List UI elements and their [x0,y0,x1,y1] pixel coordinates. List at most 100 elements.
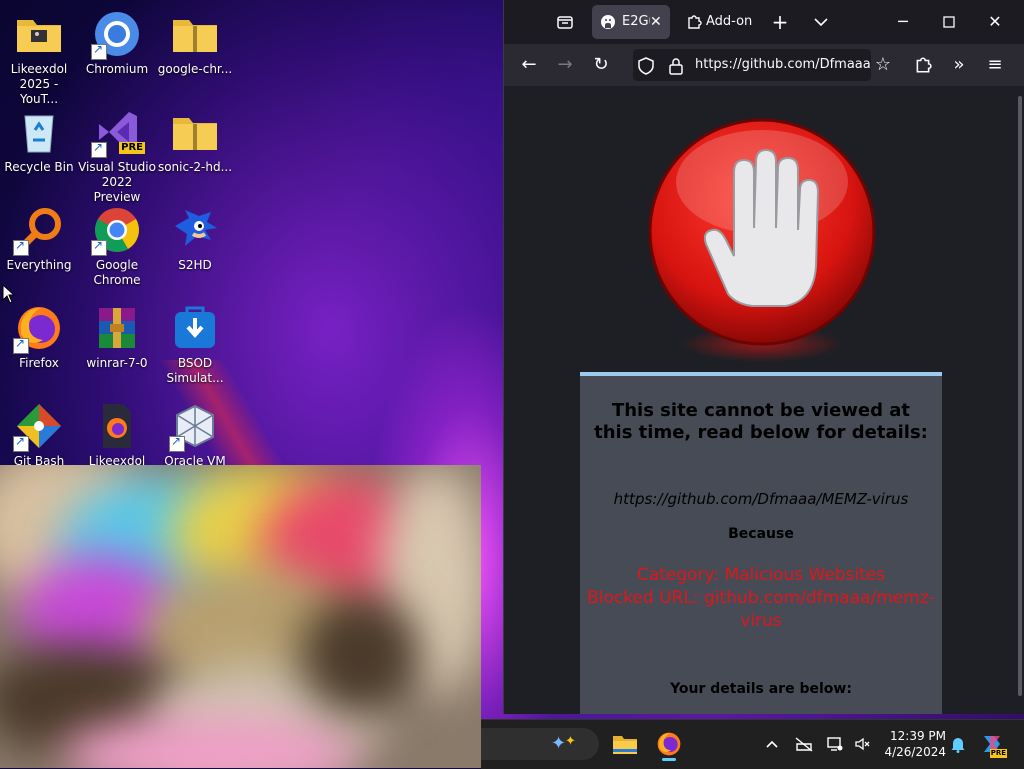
folder-icon [15,10,63,58]
recycle-bin-icon [15,108,63,156]
copilot-preview-badge: PRE [989,749,1007,758]
zip-folder-icon [171,108,219,156]
blocked-url-line: Blocked URL: github.com/dfmaaa/memz-viru… [587,588,935,631]
close-window-icon[interactable]: ✕ [980,8,1010,36]
desktop-icon-visual-studio[interactable]: PRE Visual Studio 2022 Preview [78,108,156,205]
speaker-mute-icon[interactable] [851,728,873,760]
details-label: Your details are below: [670,681,852,697]
page-content: This site cannot be viewed at this time,… [504,86,1024,714]
desktop-icon-everything[interactable]: Everything [0,206,78,273]
network-off-icon[interactable] [791,728,817,760]
desktop-icon-google-chrome[interactable]: Google Chrome [78,206,156,288]
minimize-icon[interactable]: ─ [888,8,918,36]
desktop-icon-label: Firefox [19,356,59,370]
active-app-indicator [662,758,676,761]
taskbar-firefox-icon[interactable] [651,728,687,761]
firefox-window: E2Gu ✕ Add-on + ─ ✕ ← → ↻ ht [503,0,1024,714]
list-all-tabs-chevron-icon[interactable] [806,8,836,36]
scrollbar[interactable] [1018,96,1022,696]
tab-manager-icon[interactable] [550,8,580,36]
desktop-icon-bsod-simulator[interactable]: BSOD Simulat... [156,304,234,386]
visual-studio-icon: PRE [91,108,145,158]
winrar-icon [93,304,141,352]
blocked-page-url: https://github.com/Dfmaaa/MEMZ-virus [613,490,909,508]
shield-icon[interactable] [638,56,654,81]
forward-arrow-icon[interactable]: → [550,50,580,80]
chromium-icon [91,10,141,60]
taskbar: ✦ ✦ 12:39 PM 4/26/2024 PRE [481,719,1024,769]
magnifier-icon [13,206,63,256]
git-icon [13,402,63,452]
desktop-icon-chromium[interactable]: Chromium [78,10,156,77]
hamburger-menu-icon[interactable]: ≡ [980,50,1010,80]
tab-title: Add-on [706,14,753,29]
new-tab-plus-icon[interactable]: + [765,8,795,36]
desktop-icon-label: winrar-7-0 [86,356,148,370]
address-bar[interactable]: https://github.com/Dfmaaa/ [633,49,871,81]
desktop-icon-label: Google Chrome [93,258,141,287]
bookmark-star-icon[interactable]: ☆ [868,50,898,80]
navigation-toolbar: ← → ↻ https://github.com/Dfmaaa/ ☆ » ≡ [504,44,1024,86]
copilot-icon[interactable]: PRE [977,728,1007,760]
block-message-panel: This site cannot be viewed at this time,… [580,372,942,714]
zip-folder-icon [171,10,219,58]
block-category: Category: Malicious Websites [636,565,886,585]
chrome-icon [91,206,141,256]
desktop-icon-likeexdol-folder[interactable]: Likeexdol 2025 - YouT... [0,10,78,107]
overflow-chevrons-icon[interactable]: » [944,50,974,80]
desktop-icon-winrar[interactable]: winrar-7-0 [78,304,156,371]
tab-bar: E2Gu ✕ Add-on + ─ ✕ [504,0,1024,44]
file-explorer-icon[interactable] [609,728,641,760]
reload-icon[interactable]: ↻ [586,50,616,80]
desktop-icon-google-chrome-zip[interactable]: google-chr... [156,10,234,77]
url-text: https://github.com/Dfmaaa/ [695,57,871,72]
monitor-icon[interactable] [823,728,847,760]
desktop-icon-label: Everything [6,258,72,272]
sparkle-icon: ✦ [551,733,567,754]
tab-close-icon[interactable]: ✕ [650,5,662,39]
sonic-icon [171,206,219,254]
desktop-icon-oracle-vm[interactable]: Oracle VM [156,402,234,469]
because-label: Because [728,526,794,542]
chevron-up-icon[interactable] [761,728,783,760]
tab-title: E2Gu [622,14,650,29]
firefox-file-icon [93,402,141,450]
sparkle-small-icon: ✦ [565,734,576,749]
desktop-icon-label: google-chr... [157,62,233,76]
extensions-puzzle-icon[interactable] [908,50,938,80]
clock-date: 4/26/2024 [884,745,946,759]
download-bag-icon [171,304,219,352]
system-clock[interactable]: 12:39 PM 4/26/2024 [876,728,946,760]
back-arrow-icon[interactable]: ← [514,50,544,80]
desktop-icon-label: S2HD [178,258,212,272]
tab-github[interactable]: E2Gu ✕ [592,5,670,39]
padlock-icon[interactable] [669,56,683,81]
desktop-icon-label: Visual Studio 2022 Preview [78,160,156,204]
tab-add-ons[interactable]: Add-on [678,5,760,39]
stop-hand-icon [648,118,876,362]
desktop-icon-firefox[interactable]: Firefox [0,304,78,371]
mouse-cursor-icon [2,284,14,304]
desktop-icon-recycle-bin[interactable]: Recycle Bin [0,108,78,175]
desktop-icon-git-bash[interactable]: Git Bash [0,402,78,469]
taskbar-search-box[interactable]: ✦ ✦ [481,728,599,760]
maximize-icon[interactable] [934,8,964,36]
desktop-icon-s2hd[interactable]: S2HD [156,206,234,273]
desktop-icon-label: Recycle Bin [4,160,74,174]
virtualbox-icon [169,402,219,452]
shortcut-arrow-icon [91,140,107,158]
clock-time: 12:39 PM [890,729,946,743]
shortcut-arrow-icon [91,42,107,60]
puzzle-icon [686,5,702,39]
shortcut-arrow-icon [169,434,185,452]
block-heading: This site cannot be viewed at this time,… [594,400,928,443]
preview-badge: PRE [119,142,145,154]
desktop-icon-sonic-zip[interactable]: sonic-2-hd... [156,108,234,175]
shortcut-arrow-icon [13,238,29,256]
desktop-icon-label: BSOD Simulat... [166,356,224,385]
bell-icon[interactable] [947,728,969,760]
shortcut-arrow-icon [13,434,29,452]
desktop-icon-likeexdol[interactable]: Likeexdol [78,402,156,469]
github-icon [600,5,616,39]
desktop-icon-label: Chromium [85,62,149,76]
